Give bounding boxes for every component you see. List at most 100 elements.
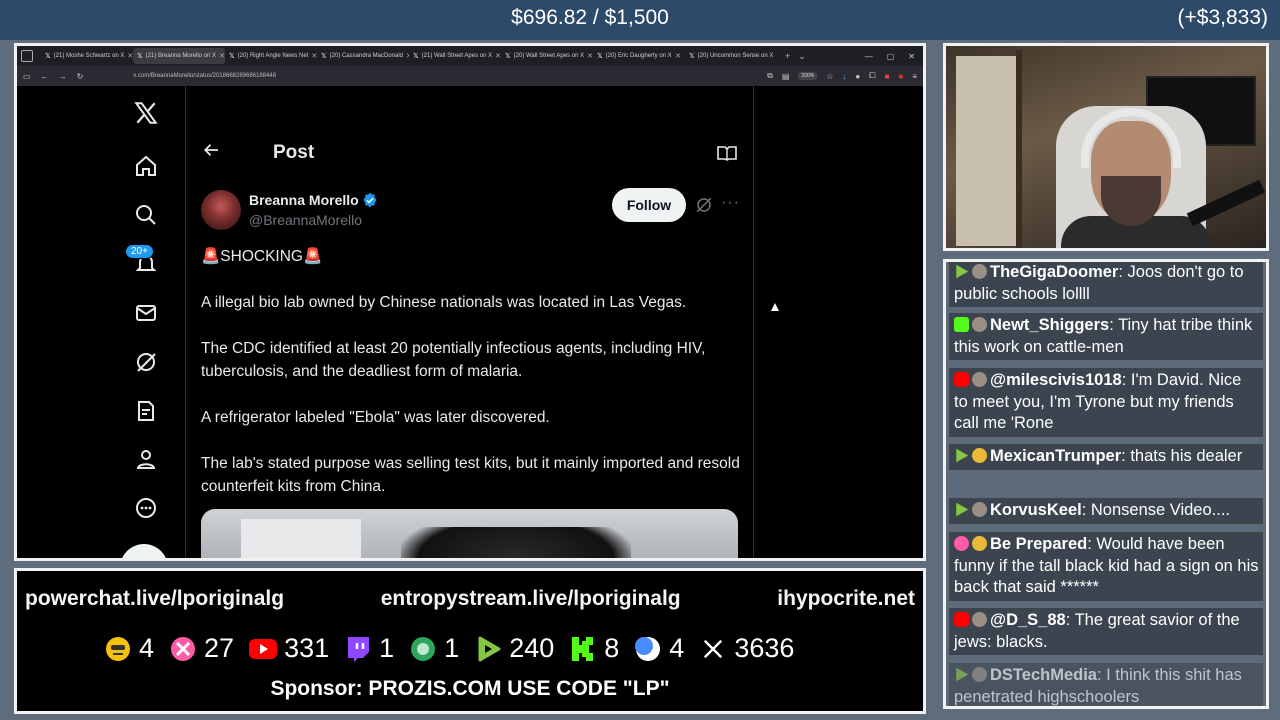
post-text-line: The lab's stated purpose was selling tes… <box>201 455 740 495</box>
chat-username: @D_S_88 <box>990 611 1066 629</box>
tab-list-chevron-icon[interactable]: ⌄ <box>798 51 806 62</box>
grok-icon[interactable] <box>131 347 161 377</box>
user-avatar-icon <box>972 317 987 332</box>
home-icon[interactable] <box>131 151 161 181</box>
chat-username: Be Prepared <box>990 535 1088 553</box>
chat-message: Newt_Shiggers: Tiny hat tribe think this… <box>949 313 1263 360</box>
reader-view-icon[interactable]: ▤ <box>782 72 790 81</box>
post-text-line: A refrigerator labeled "Ebola" was later… <box>201 409 550 426</box>
webcam-door <box>956 56 1016 246</box>
kick-icon <box>568 634 598 664</box>
close-icon[interactable]: ✕ <box>219 52 225 60</box>
moon-icon <box>633 634 663 664</box>
browser-tab[interactable]: 𝕏(20) Cassandra MacDonald✕ <box>317 48 409 64</box>
chat-message: DSTechMedia: I think this shit has penet… <box>949 663 1263 706</box>
x-logo-icon: 𝕏 <box>413 53 419 60</box>
chat-username: DSTechMedia <box>990 666 1097 684</box>
x-logo-icon: 𝕏 <box>45 53 51 60</box>
new-tab-plus-icon[interactable]: + <box>785 51 790 61</box>
tab-overview-icon[interactable] <box>21 50 33 62</box>
user-avatar-icon <box>972 264 987 279</box>
post-more-icon[interactable]: ··· <box>721 194 740 212</box>
ublock-icon[interactable]: ■ <box>898 72 903 81</box>
stream-bottom-overlay: powerchat.live/lporiginalg entropystream… <box>14 568 926 714</box>
x-home-logo-icon[interactable] <box>131 98 161 128</box>
download-icon[interactable]: ↓ <box>842 72 846 81</box>
profile-icon[interactable] <box>131 444 161 474</box>
chat-username: @milescivis1018 <box>990 371 1122 389</box>
viewer-count: 1 <box>408 633 459 664</box>
sidebar-toggle-icon[interactable]: ▭ <box>23 72 31 81</box>
user-avatar-icon <box>972 448 987 463</box>
notifications-badge: 20+ <box>125 244 154 259</box>
donation-bonus: (+$3,833) <box>1177 6 1268 29</box>
browser-tab[interactable]: 𝕏 (21) Moshe Schwartz on X ✕ <box>41 48 133 64</box>
window-controls: — ▢ ✕ <box>865 52 923 61</box>
browser-tab[interactable]: 𝕏(20) Uncommon Sense on X✕ <box>685 48 777 64</box>
browser-tab[interactable]: 𝕏 (20) Eric Daugherty on X ✕ <box>593 48 685 64</box>
viewer-count: 8 <box>568 633 619 664</box>
bookmark-star-icon[interactable]: ☆ <box>826 72 833 81</box>
grok-explain-icon[interactable] <box>695 196 713 219</box>
follow-button[interactable]: Follow <box>612 188 686 222</box>
author-name[interactable]: Breanna Morello <box>249 192 359 208</box>
viewer-count: 27 <box>168 633 234 664</box>
picture-in-picture-icon[interactable]: ⧉ <box>767 71 773 81</box>
reload-icon[interactable]: ↻ <box>77 72 84 81</box>
x-logo-icon: 𝕏 <box>229 53 235 60</box>
rumble-icon <box>473 634 503 664</box>
compose-post-button[interactable] <box>120 544 168 558</box>
youtube-badge-icon <box>954 372 969 387</box>
back-icon[interactable]: ← <box>41 72 49 81</box>
ribbon-logo-icon <box>168 634 198 664</box>
more-options-icon[interactable] <box>131 493 161 523</box>
author-handle[interactable]: @BreannaMorello <box>249 212 362 228</box>
close-window-icon[interactable]: ✕ <box>908 52 915 61</box>
extension-icon[interactable]: ● <box>855 72 860 81</box>
maximize-icon[interactable]: ▢ <box>887 52 895 61</box>
close-icon[interactable]: ✕ <box>776 52 777 60</box>
webcam-feed <box>943 43 1269 251</box>
browser-tab[interactable]: 𝕏 (21) Wall Street Apes on X ✕ <box>409 48 501 64</box>
extension-red-icon[interactable]: ■ <box>885 72 890 81</box>
viewer-count: 3636 <box>698 633 794 664</box>
column-divider-left <box>185 86 186 558</box>
browser-tab[interactable]: 𝕏 (20) Wall Street Apes on X ✕ <box>501 48 593 64</box>
stream-links: powerchat.live/lporiginalg entropystream… <box>17 587 923 611</box>
menu-icon[interactable]: ≡ <box>912 72 917 81</box>
forward-icon[interactable]: → <box>59 72 67 81</box>
browser-tab[interactable]: 𝕏 (20) Right Angle News Net ✕ <box>225 48 317 64</box>
website-link: ihypocrite.net <box>777 587 915 610</box>
minimize-icon[interactable]: — <box>865 52 873 61</box>
author-avatar[interactable] <box>201 190 241 230</box>
url-bar[interactable]: x.com/BreannaMorello/status/201866828968… <box>133 73 276 79</box>
sponsor-text: Sponsor: PROZIS.COM USE CODE "LP" <box>270 677 670 700</box>
user-avatar-icon <box>972 612 987 627</box>
kick-badge-icon <box>954 317 969 332</box>
donation-goal: $696.82 / $1,500 <box>511 6 669 29</box>
messages-envelope-icon[interactable] <box>131 298 161 328</box>
youtube-badge-icon <box>954 612 969 627</box>
page-title: Post <box>273 142 315 163</box>
search-icon[interactable] <box>131 200 161 230</box>
verified-badge-icon <box>363 192 377 208</box>
post-header: Post <box>203 141 743 165</box>
chat-text: Nonsense Video.... <box>1090 501 1230 519</box>
post-video-thumbnail[interactable] <box>201 509 738 558</box>
articles-compose-icon[interactable] <box>131 396 161 426</box>
zoom-level[interactable]: 200% <box>798 72 818 80</box>
chat-panel: TheGigaDoomer: Joos don't go to public s… <box>943 259 1269 709</box>
tab-title: (20) Eric Daugherty on X <box>605 53 672 59</box>
browser-tab-active[interactable]: 𝕏 (21) Breanna Morello on X ✕ <box>133 48 225 64</box>
toolbar-right: ⧉ ▤ 200% ☆ ↓ ● ⧠ ■ ■ ≡ <box>767 71 917 81</box>
x-page: 20+ Post Breanna Morello @BreannaMorello… <box>17 86 923 558</box>
back-arrow-icon[interactable] <box>203 141 221 164</box>
media-box-shape <box>241 519 361 558</box>
extensions-puzzle-icon[interactable]: ⧠ <box>869 71 875 81</box>
close-icon[interactable]: ✕ <box>675 52 681 60</box>
browser-toolbar: ▭ ← → ↻ x.com/BreannaMorello/status/2018… <box>17 66 923 86</box>
chat-username: TheGigaDoomer <box>990 263 1119 281</box>
viewer-count: 4 <box>103 633 154 664</box>
tab-title: (21) Wall Street Apes on X <box>421 53 493 59</box>
reader-mode-icon[interactable] <box>717 145 737 166</box>
